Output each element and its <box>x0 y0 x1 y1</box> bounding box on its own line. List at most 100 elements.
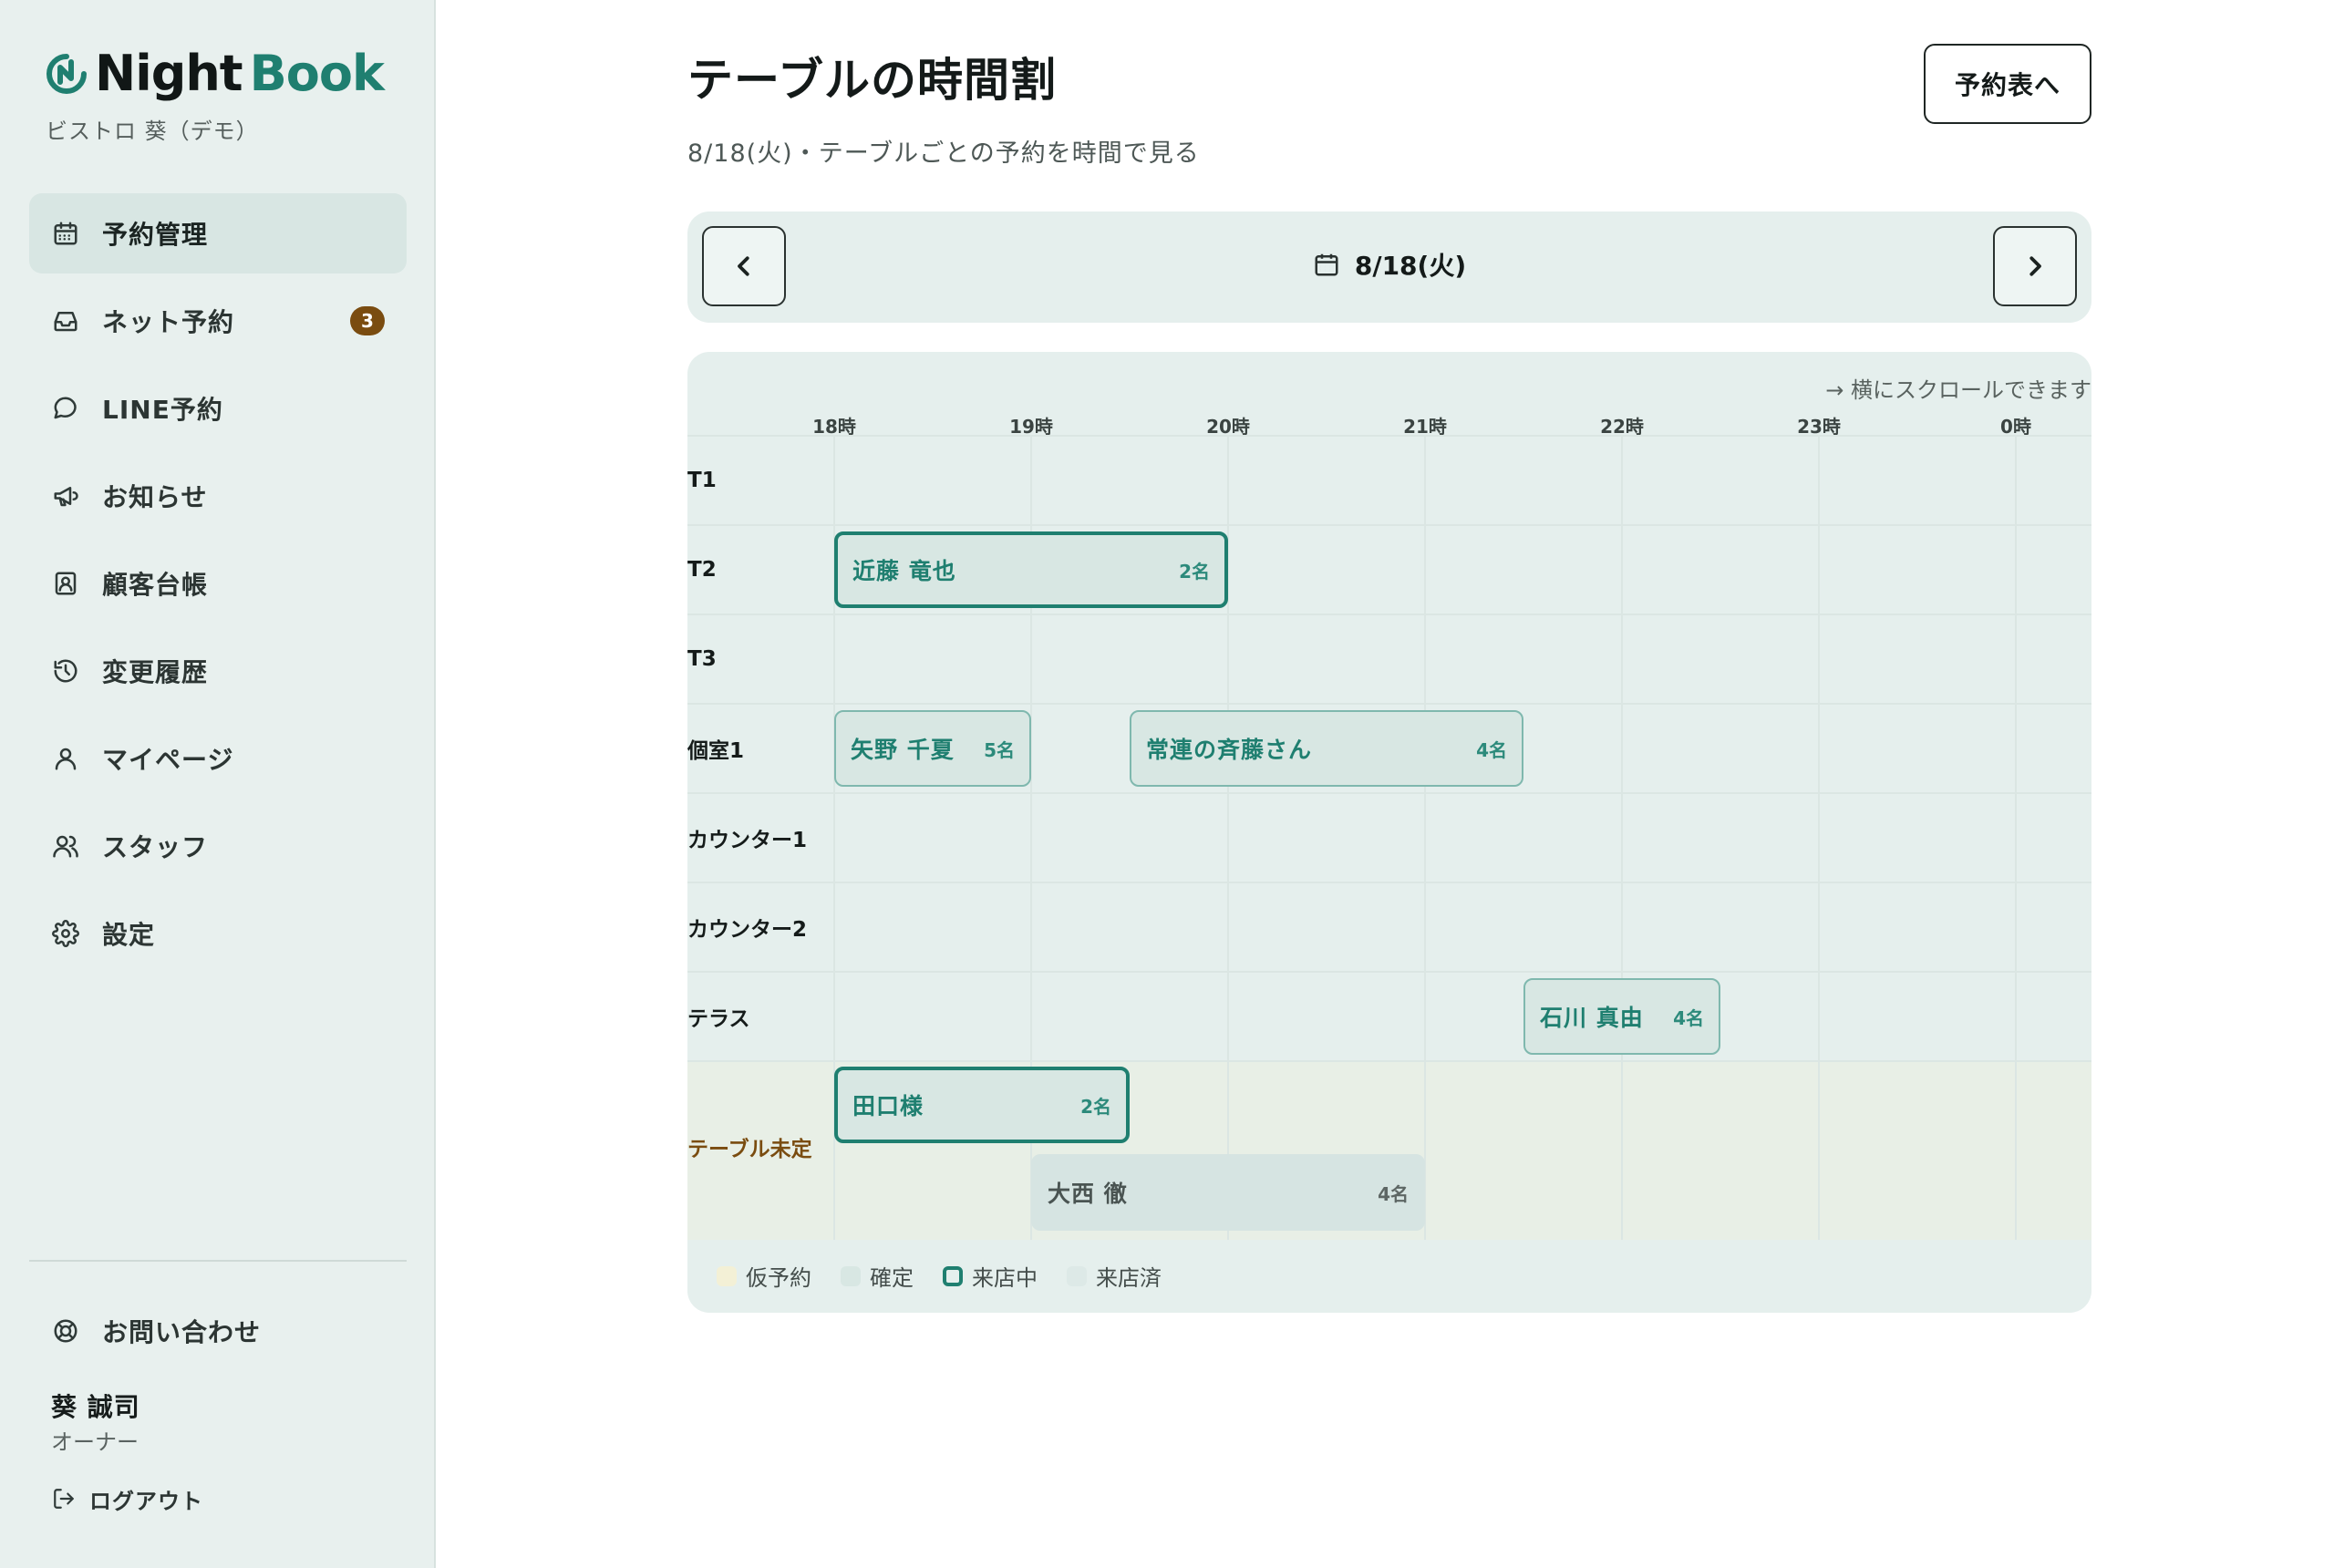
inbox-icon <box>51 306 80 335</box>
support-label: お問い合わせ <box>102 1317 262 1347</box>
calendar-icon <box>51 219 80 248</box>
calendar-icon <box>1315 253 1338 276</box>
reservation-name: 近藤 竜也 <box>852 558 956 584</box>
party-size: 5名 <box>984 738 1015 761</box>
sidebar-item-staff[interactable]: スタッフ <box>29 806 407 886</box>
sidebar-item-label: 設定 <box>102 920 156 950</box>
table-label: カウンター1 <box>687 829 808 852</box>
date-label: 8/18(火) <box>1354 251 1467 281</box>
table-label: T2 <box>687 558 717 582</box>
table-timeline[interactable]: → 横にスクロールできます 18時 19時 20時 21時 22時 23時 0時 T1 T2 T3… <box>687 352 2091 1313</box>
user-name: 葵 誠司 <box>51 1392 140 1422</box>
reservation-block[interactable]: 石川 真由 4名 <box>1523 978 1720 1055</box>
chat-bubble-icon <box>51 394 80 423</box>
legend-item: 来店済 <box>1067 1260 1162 1292</box>
row-divider <box>687 971 2091 973</box>
scroll-hint: → 横にスクロールできます <box>1825 377 2091 403</box>
reservation-block[interactable]: 大西 徹 4名 <box>1031 1154 1425 1231</box>
app-logo[interactable]: Night Book <box>44 45 385 102</box>
party-size: 4名 <box>1476 738 1507 761</box>
reservation-block[interactable]: 常連の斉藤さん 4名 <box>1130 710 1523 787</box>
logo-icon <box>46 54 87 94</box>
sidebar-item-web-reservations[interactable]: ネット予約 3 <box>29 281 407 361</box>
sidebar-item-label: ネット予約 <box>102 307 235 337</box>
sidebar-item-label: LINE予約 <box>102 395 223 425</box>
reservation-name: 常連の斉藤さん <box>1146 737 1313 763</box>
sidebar-item-settings[interactable]: 設定 <box>29 893 407 974</box>
support-link[interactable]: お問い合わせ <box>51 1311 261 1351</box>
logout-label: ログアウト <box>89 1488 203 1514</box>
lifebuoy-icon <box>51 1316 80 1346</box>
legend-label: 確定 <box>870 1265 914 1291</box>
sidebar-item-reservations[interactable]: 予約管理 <box>29 193 407 273</box>
legend-swatch <box>1067 1265 1087 1286</box>
legend-label: 仮予約 <box>746 1265 811 1291</box>
go-to-schedule-button[interactable]: 予約表へ <box>1924 44 2091 124</box>
sidebar-item-line-reservations[interactable]: LINE予約 <box>29 368 407 449</box>
logo-text-night: Night <box>95 45 243 102</box>
sidebar-item-announcements[interactable]: お知らせ <box>29 456 407 536</box>
sidebar-divider <box>29 1260 407 1262</box>
sidebar-item-label: 変更履歴 <box>102 657 209 687</box>
reservation-name: 矢野 千夏 <box>851 737 955 763</box>
user-icon <box>51 744 80 773</box>
row-divider <box>687 435 2091 437</box>
legend-swatch <box>943 1265 963 1286</box>
table-label: カウンター2 <box>687 918 808 942</box>
notification-badge: 3 <box>350 306 385 335</box>
table-label: テラス <box>687 1007 750 1031</box>
logo-text-book: Book <box>249 45 385 102</box>
row-divider <box>687 1060 2091 1062</box>
reservation-name: 石川 真由 <box>1540 1005 1644 1031</box>
sidebar-item-history[interactable]: 変更履歴 <box>29 631 407 711</box>
sidebar: Night Book ビストロ 葵（デモ） 予約管理 ネット予約 3 LINE予… <box>0 0 436 1568</box>
sidebar-nav: 予約管理 ネット予約 3 LINE予約 お知らせ 顧客台帳 変更履歴 マイページ… <box>29 193 407 981</box>
legend-item: 確定 <box>841 1260 914 1292</box>
reservation-name: 田口様 <box>852 1093 924 1119</box>
current-date[interactable]: 8/18(火) <box>687 246 2091 283</box>
hour-gridline <box>2015 436 2017 1240</box>
legend-item: 仮予約 <box>717 1260 811 1292</box>
legend-swatch <box>717 1265 737 1286</box>
sidebar-item-label: 顧客台帳 <box>102 570 209 600</box>
sidebar-item-label: お知らせ <box>102 482 208 512</box>
sidebar-item-label: スタッフ <box>102 832 209 862</box>
legend-label: 来店中 <box>972 1265 1038 1291</box>
logout-button[interactable]: ログアウト <box>51 1480 203 1517</box>
reservation-name: 大西 徹 <box>1048 1181 1128 1207</box>
sidebar-item-mypage[interactable]: マイページ <box>29 718 407 799</box>
reservation-block[interactable]: 矢野 千夏 5名 <box>834 710 1031 787</box>
party-size: 4名 <box>1673 1006 1704 1029</box>
party-size: 4名 <box>1378 1182 1409 1205</box>
table-label: T3 <box>687 647 717 671</box>
reservation-block[interactable]: 田口様 2名 <box>834 1067 1130 1143</box>
store-name: ビストロ 葵（デモ） <box>46 119 259 144</box>
legend-swatch <box>841 1265 861 1286</box>
status-legend: 仮予約 確定 来店中 来店済 <box>717 1260 1191 1292</box>
unassigned-label: テーブル未定 <box>687 1138 812 1161</box>
row-divider <box>687 703 2091 705</box>
table-label: T1 <box>687 469 717 492</box>
reservation-block[interactable]: 近藤 竜也 2名 <box>834 531 1228 608</box>
hour-gridline <box>1621 436 1623 1240</box>
users-icon <box>51 831 80 861</box>
party-size: 2名 <box>1179 560 1210 583</box>
history-icon <box>51 656 80 686</box>
page-title: テーブルの時間割 <box>687 54 1057 107</box>
sidebar-item-label: 予約管理 <box>102 220 209 250</box>
sidebar-item-customers[interactable]: 顧客台帳 <box>29 543 407 624</box>
row-divider <box>687 792 2091 794</box>
gear-icon <box>51 919 80 948</box>
row-divider <box>687 882 2091 883</box>
next-day-button[interactable] <box>1993 226 2077 306</box>
row-divider <box>687 614 2091 615</box>
legend-item: 来店中 <box>943 1260 1038 1292</box>
table-label: 個室1 <box>687 739 745 763</box>
megaphone-icon <box>51 481 80 511</box>
page-subtitle: 8/18(火)・テーブルごとの予約を時間で見る <box>687 139 1200 168</box>
hour-gridline <box>1424 436 1426 1240</box>
row-divider <box>687 524 2091 526</box>
chevron-right-icon <box>2029 256 2041 276</box>
user-role: オーナー <box>51 1429 139 1455</box>
contact-card-icon <box>51 569 80 598</box>
